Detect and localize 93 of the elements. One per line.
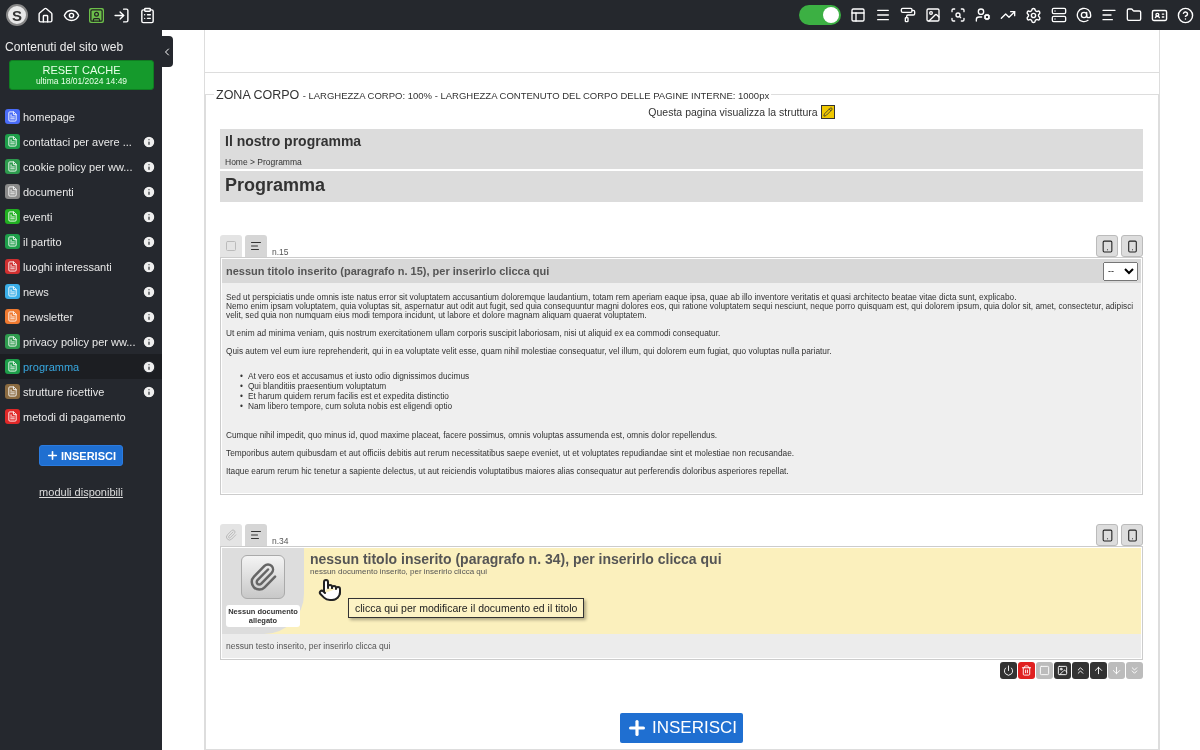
body-text: Nemo enim ipsam voluptatem, quia voluptas sit, aspernatur aut odit aut fugit, sed quia consequuntur magni dolores eos, qui ratione voluptatem sequi nesciunt, neque porro quisquam est, qui dolorem ipsum, quia dolor sit, amet, consectetur, adipisci velit, sed quia non numquam eius modi tempora incidunt, ut labore et dolore magnam aliquam quaerat voluptatem. [226,302,1135,320]
sidebar-item[interactable]: eventi [0,204,162,229]
toggle-switch[interactable] [799,5,841,25]
collapse-button[interactable] [160,36,173,67]
paperclip-icon [241,555,285,599]
list-item: Qui blanditiis praesentium voluptatum [247,381,387,391]
sidebar-item[interactable]: luoghi interessanti [0,254,162,279]
style-select[interactable]: -- [1103,261,1138,281]
bullet: • [240,391,243,401]
sidebar-item[interactable]: homepage [0,104,162,129]
folder-icon[interactable] [1126,7,1142,23]
scan-search-icon[interactable] [950,7,966,23]
align-icon[interactable] [245,235,267,257]
structure-note: Questa pagina visualizza la struttura [648,106,818,118]
sidebar-item[interactable]: news [0,279,162,304]
list-item: Nam libero tempore, cum soluta nobis est eligendi optio [247,401,453,411]
plus-icon [46,449,59,462]
zone-title: ZONA CORPO - LARGHEZZA CORPO: 100% - LARGHEZZA CONTENUTO DEL CORPO DELLE PAGINE INTERNE: 1000px [216,88,770,102]
sidebar-item[interactable]: cookie policy per ww... [0,154,162,179]
user-gear-icon[interactable] [975,7,991,23]
sidebar-item[interactable]: metodi di pagamento [0,404,162,429]
sidebar-item[interactable]: documenti [0,179,162,204]
info-icon[interactable] [142,334,156,349]
paragraph-title[interactable]: nessun titolo inserito (paragrafo n. 34), per inserirlo clicca qui [310,551,722,567]
align-icon[interactable] [245,524,267,546]
tablet-icon[interactable] [1096,235,1118,257]
paragraph-number: n.15 [272,247,289,257]
user-icon[interactable] [89,7,104,23]
page-heading: Programma [225,175,327,196]
breadcrumb: Home > Programma [225,157,303,167]
bullet: • [240,381,243,391]
pencil-icon[interactable] [820,105,835,119]
arrow-up-icon[interactable] [1090,662,1107,679]
body-text: Itaque earum rerum hic tenetur a sapiente delectus, ut aut reiciendis voluptatibus maiores alias consequatur aut perferendis doloribus asperiores repellat. [226,467,790,476]
settings-icon[interactable] [1025,6,1042,24]
tooltip: clicca qui per modificare il documento ed il titolo [348,598,585,618]
info-icon[interactable] [142,309,156,324]
logo[interactable]: S [6,4,28,26]
phone-icon[interactable] [1121,235,1143,257]
list-item: At vero eos et accusamus et iusto odio dignissimos ducimus [247,371,470,381]
paragraph-number: n.34 [272,536,289,546]
info-icon[interactable] [142,259,156,274]
page-title: Il nostro programma [225,133,363,149]
sidebar-item[interactable]: strutture ricettive [0,379,162,404]
info-icon[interactable] [142,159,156,174]
tablet-icon[interactable] [1096,524,1118,546]
home-icon[interactable] [37,6,54,24]
trash-icon[interactable] [1018,662,1035,679]
at-icon[interactable] [1076,7,1092,23]
sidebar-item[interactable]: programma [0,354,162,379]
sidebar-title: Contenuti del sito web [4,40,125,56]
paint-roller-icon[interactable] [900,7,916,23]
reset-cache-button[interactable]: RESET CACHE ultima 18/01/2024 14:49 [9,60,154,90]
info-icon[interactable] [142,234,156,249]
login-icon[interactable] [113,6,130,24]
body-text: Cumque nihil impedit, quo minus id, quod maxime placeat, facere possimus, omnis voluptas assumenda est, omnis dolor repellendus. [226,431,719,440]
double-up-icon[interactable] [1072,662,1089,679]
document-hint[interactable]: nessun documento inserito, per inserirlo clicca qui [310,567,722,576]
power-icon[interactable] [1000,662,1017,679]
help-icon[interactable] [1177,6,1194,24]
layout-icon[interactable] [850,7,866,23]
plus-icon [626,717,648,739]
body-text: Quis autem vel eum iure reprehenderit, qui in ea voluptate velit esse, quam nihil molestiae consequatur, vel illum, qui dolorem eum fugiat, quo voluptas nulla pariatur. [226,347,833,356]
list-icon[interactable] [1051,7,1067,23]
text-lines-icon[interactable] [1101,7,1117,23]
sidebar-item[interactable]: contattaci per avere ... [0,129,162,154]
image-icon[interactable] [1054,662,1071,679]
insert-button[interactable]: INSERISCI [620,713,743,743]
image-icon[interactable] [925,7,941,23]
phone-icon[interactable] [1121,524,1143,546]
clipboard-icon[interactable] [139,6,156,24]
modules-link[interactable]: moduli disponibili [39,486,123,498]
bullet: • [240,401,243,411]
info-icon[interactable] [142,209,156,224]
bullet: • [240,371,243,381]
info-icon[interactable] [142,134,156,149]
hand-cursor-icon [318,578,342,602]
body-text: Ut enim ad minima veniam, quis nostrum exercitationem ullam corporis suscipit laboriosam, nisi ut aliquid ex ea commodi consequatur. [226,329,722,338]
paperclip-icon[interactable] [220,524,242,546]
list-item: Et harum quidem rerum facilis est et expedita distinctio [247,391,449,401]
info-icon[interactable] [142,384,156,399]
body-text: Sed ut perspiciatis unde omnis iste natus error sit voluptatem accusantium doloremque laudantium, totam rem aperiam eaque ipsa, quae ab illo inventore veritatis et quasi architecto beatae vitae dicta sunt, explicabo. [226,293,1017,302]
text-hint[interactable]: nessun testo inserito, per inserirlo clicca qui [222,634,1141,658]
info-icon[interactable] [142,359,156,374]
body-text: Temporibus autem quibusdam et aut officiis debitis aut rerum necessitatibus saepe eveniet, ut et voluptates repudiandae sint et molestiae non recusandae. [226,449,796,458]
info-icon[interactable] [142,184,156,199]
menu-icon[interactable] [875,7,891,23]
sidebar-item[interactable]: privacy policy per ww... [0,329,162,354]
insert-button[interactable]: INSERISCI [39,445,123,466]
paragraph-title[interactable]: nessun titolo inserito (paragrafo n. 15), per inserirlo clicca qui [226,265,550,277]
sidebar-item[interactable]: il partito [0,229,162,254]
info-icon[interactable] [142,284,156,299]
sidebar-item[interactable]: newsletter [0,304,162,329]
